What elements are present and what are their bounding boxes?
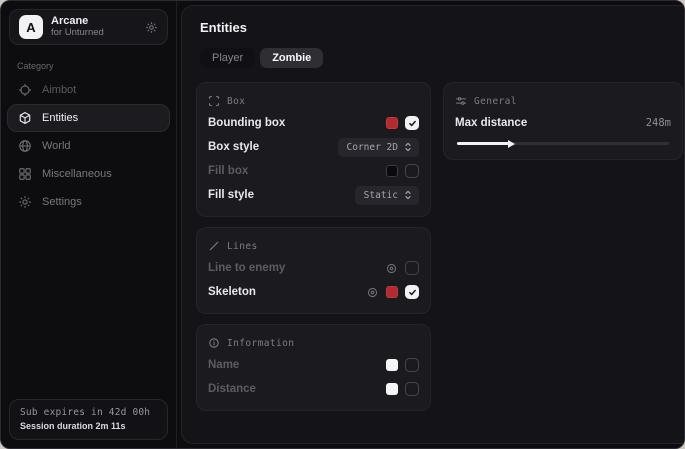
setting-label: Distance [208,383,379,395]
color-swatch[interactable] [386,359,398,371]
options-gear-icon[interactable] [385,262,398,275]
setting-label: Skeleton [208,286,359,298]
setting-row-name: Name [208,354,419,376]
setting-label: Fill box [208,165,379,177]
lines-section-header: Lines [208,237,419,255]
subscription-card: Sub expires in 42d 00h Session duration … [9,399,168,440]
color-swatch[interactable] [386,117,398,129]
brand-text: Arcane for Unturned [51,15,137,39]
setting-row-skeleton: Skeleton [208,281,419,303]
slider-handle[interactable] [508,140,515,148]
app-logo: A [19,15,43,39]
setting-row-line-to-enemy: Line to enemy [208,257,419,279]
checkbox-unchecked[interactable] [405,382,419,396]
app-subtitle: for Unturned [51,28,137,39]
entity-tabs: Player Zombie [200,48,683,68]
setting-row-max-distance: Max distance 248m [455,113,671,133]
setting-row-bounding-box: Bounding box [208,112,419,134]
dropdown-value: Corner 2D [347,142,398,153]
entities-cube-icon [18,111,32,125]
crosshair-icon [18,83,32,97]
category-label: Category [17,61,160,71]
brand-card: A Arcane for Unturned [9,9,168,45]
diagonal-line-icon [208,240,220,252]
tab-zombie[interactable]: Zombie [260,48,323,68]
settings-content: Box Bounding box Box [196,82,683,411]
setting-row-box-style: Box style Corner 2D [208,136,419,158]
checkbox-unchecked[interactable] [405,164,419,178]
information-section: Information Name Distance [196,324,431,411]
sidebar-item-settings[interactable]: Settings [7,188,170,216]
max-distance-slider[interactable] [457,142,669,145]
color-swatch[interactable] [386,383,398,395]
setting-label: Max distance [455,117,646,129]
setting-row-distance: Distance [208,378,419,400]
sub-expiry-text: Sub expires in 42d 00h [20,407,157,418]
section-title: Information [227,338,294,349]
info-icon [208,337,220,349]
setting-label: Line to enemy [208,262,378,274]
checkbox-checked[interactable] [405,116,419,130]
information-section-header: Information [208,334,419,352]
slider-value: 248m [646,117,671,129]
sidebar-nav: Aimbot Entities [1,76,176,216]
section-title: General [474,96,517,107]
main-panel: Entities Player Zombie [181,5,685,444]
sidebar-item-label: Aimbot [42,84,76,96]
slider-fill [457,142,510,145]
sidebar-item-label: Miscellaneous [42,168,112,180]
fill-style-dropdown[interactable]: Static [355,186,419,205]
color-swatch[interactable] [386,165,398,177]
globe-icon [18,139,32,153]
left-column: Box Bounding box Box [196,82,431,411]
setting-label: Name [208,359,379,371]
unfold-icon [404,190,412,200]
corner-frame-icon [208,95,220,107]
sidebar: A Arcane for Unturned Category [1,1,177,448]
section-title: Box [227,96,245,107]
session-duration-text: Session duration 2m 11s [20,421,157,431]
app-name: Arcane [51,15,137,28]
checkbox-unchecked[interactable] [405,358,419,372]
sidebar-item-label: Entities [42,112,78,124]
grid-icon [18,167,32,181]
general-section-header: General [455,92,671,110]
setting-row-fill-style: Fill style Static [208,184,419,206]
screen: A Arcane for Unturned Category [0,0,685,449]
unfold-icon [404,142,412,152]
sidebar-item-label: World [42,140,71,152]
setting-label: Bounding box [208,117,379,129]
checkbox-unchecked[interactable] [405,261,419,275]
right-column: General Max distance 248m [443,82,683,160]
options-gear-icon[interactable] [366,286,379,299]
setting-label: Fill style [208,189,348,201]
sidebar-item-label: Settings [42,196,82,208]
sidebar-item-world[interactable]: World [7,132,170,160]
setting-label: Box style [208,141,331,153]
dropdown-value: Static [364,190,398,201]
sliders-icon [455,95,467,107]
app-window: A Arcane for Unturned Category [0,0,685,449]
box-section: Box Bounding box Box [196,82,431,217]
box-section-header: Box [208,92,419,110]
sidebar-item-miscellaneous[interactable]: Miscellaneous [7,160,170,188]
tab-player[interactable]: Player [200,48,255,68]
lines-section: Lines Line to enemy [196,227,431,314]
box-style-dropdown[interactable]: Corner 2D [338,138,419,157]
general-section: General Max distance 248m [443,82,683,160]
checkbox-checked[interactable] [405,285,419,299]
gear-icon [18,195,32,209]
setting-row-fill-box: Fill box [208,160,419,182]
page-title: Entities [200,20,683,35]
gear-icon[interactable] [145,21,158,34]
section-title: Lines [227,241,258,252]
color-swatch[interactable] [386,286,398,298]
sidebar-item-aimbot[interactable]: Aimbot [7,76,170,104]
sidebar-item-entities[interactable]: Entities [7,104,170,132]
